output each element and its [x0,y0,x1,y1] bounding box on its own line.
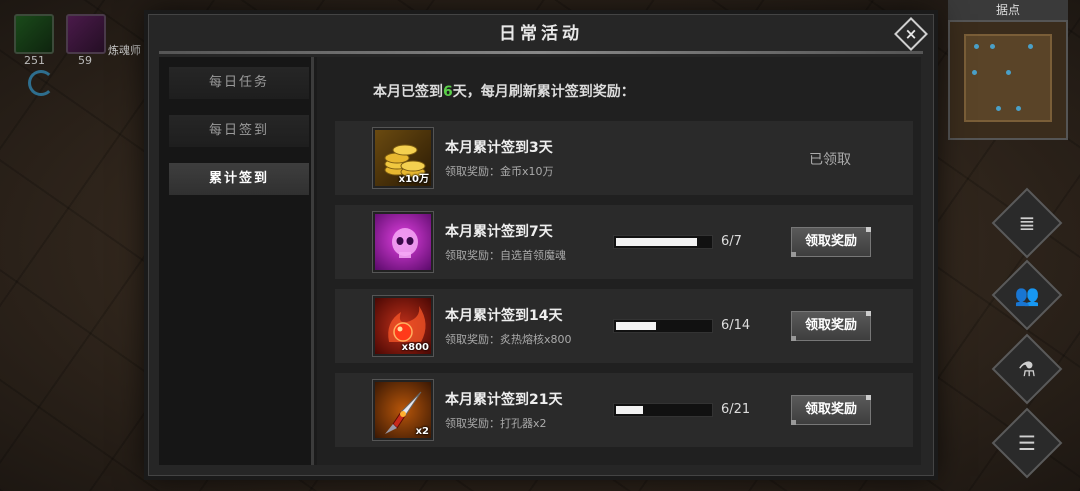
skull-soul-icon[interactable] [373,212,433,272]
claim-reward-button[interactable]: 领取奖励 [791,227,871,257]
summary-prefix: 本月已签到 [373,84,443,100]
signed-days-count: 6 [443,84,453,100]
reward-qty: x2 [415,426,429,437]
cooldown-ring-icon [28,70,54,96]
reward-row: x800 本月累计签到14天 领取奖励：炙热熔核x800 6/14 领取奖励 [335,289,913,363]
progress-text: 6/21 [721,402,751,417]
reward-desc: 领取奖励：金币x10万 [445,165,554,178]
skill-slot-1[interactable] [14,14,54,54]
title-divider [159,51,923,54]
party-icon: 👥 [1014,283,1040,307]
progress-text: 6/14 [721,318,751,333]
minimap-marker [1016,106,1021,111]
progress-fill [616,322,656,330]
progress-text: 6/7 [721,234,742,249]
reward-list-panel: 本月已签到6天，每月刷新累计签到奖励： x10万 本月累计签到3天 领取奖励：金… [317,57,921,465]
reward-row: x2 本月累计签到21天 领取奖励：打孔器x2 6/21 领取奖励 [335,373,913,447]
claimed-status: 已领取 [809,152,851,168]
tab-daily-signin[interactable]: 每日签到 [169,115,309,147]
minimap[interactable] [948,20,1068,140]
minimap-marker [990,44,995,49]
scroll-icon: ≣ [1018,211,1036,235]
minimap-marker [974,44,979,49]
menu-list-icon: ☰ [1018,431,1036,455]
reward-title: 本月累计签到14天 [445,308,563,324]
minimap-marker [972,70,977,75]
minimap-marker [996,106,1001,111]
tab-daily-tasks[interactable]: 每日任务 [169,67,309,99]
signin-summary: 本月已签到6天，每月刷新累计签到奖励： [373,81,635,101]
claim-reward-button[interactable]: 领取奖励 [791,311,871,341]
summary-suffix: 天，每月刷新累计签到奖励： [452,84,635,100]
reward-row: x10万 本月累计签到3天 领取奖励：金币x10万 已领取 [335,121,913,195]
reward-title: 本月累计签到7天 [445,224,553,240]
dialog-title: 日常活动 [499,24,583,44]
potion-icon: ⚗ [1018,357,1036,381]
reward-title: 本月累计签到21天 [445,392,563,408]
tab-sidebar: 每日任务 每日签到 累计签到 [159,57,314,465]
minimap-room [964,34,1052,122]
player-name: 炼魂师 [108,44,141,57]
progress-bar [613,403,713,417]
progress-fill [616,238,697,246]
progress-fill [616,406,643,414]
fire-core-icon[interactable]: x800 [373,296,433,356]
progress-bar [613,319,713,333]
minimap-label: 据点 [948,0,1068,20]
reward-title: 本月累计签到3天 [445,140,553,156]
daily-activity-dialog: 日常活动 × 每日任务 每日签到 累计签到 本月已签到6天，每月刷新累计签到奖励… [148,14,934,476]
reward-desc: 领取奖励：打孔器x2 [445,417,547,430]
minimap-marker [1028,44,1033,49]
minimap-marker [1006,70,1011,75]
reward-desc: 领取奖励：炙热熔核x800 [445,333,572,346]
progress-bar [613,235,713,249]
gold-coins-icon[interactable]: x10万 [373,128,433,188]
reward-desc: 领取奖励：自选首领魔魂 [445,249,566,262]
skill-slot-1-count: 251 [24,54,45,67]
dialog-body: 每日任务 每日签到 累计签到 本月已签到6天，每月刷新累计签到奖励： x10万 … [159,57,921,465]
drill-icon[interactable]: x2 [373,380,433,440]
reward-qty: x800 [401,342,429,353]
reward-row: 本月累计签到7天 领取奖励：自选首领魔魂 6/7 领取奖励 [335,205,913,279]
close-icon: × [904,25,918,43]
reward-qty: x10万 [398,174,429,185]
skill-slot-2-count: 59 [78,54,92,67]
tab-cumulative-signin[interactable]: 累计签到 [169,163,309,195]
skill-slot-2[interactable] [66,14,106,54]
claim-reward-button[interactable]: 领取奖励 [791,395,871,425]
